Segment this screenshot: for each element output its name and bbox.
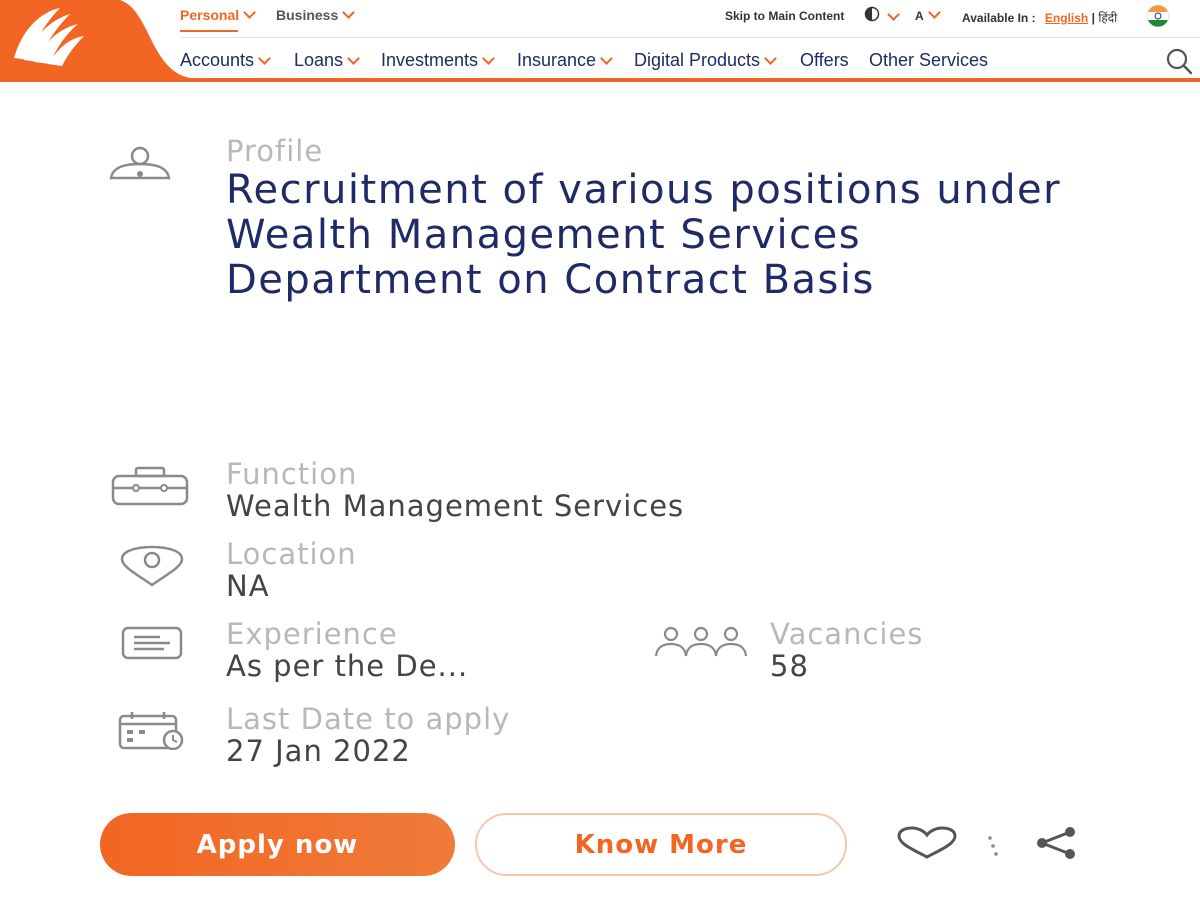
chevron-down-icon <box>243 6 257 19</box>
vacancies-label: Vacancies <box>770 617 924 651</box>
more-options-icon[interactable] <box>984 834 1002 858</box>
language-english-link[interactable]: English <box>1045 11 1088 25</box>
tab-business-label: Business <box>276 7 339 23</box>
briefcase-icon <box>111 466 189 506</box>
font-size-label: A <box>915 9 924 23</box>
chevron-down-icon <box>887 8 901 21</box>
people-group-icon <box>654 626 748 657</box>
header-divider <box>180 37 1200 38</box>
apply-now-button[interactable]: Apply now <box>100 813 455 876</box>
skip-to-main-content-link[interactable]: Skip to Main Content <box>725 9 844 23</box>
vacancies-value: 58 <box>770 649 809 683</box>
nav-item-label: Loans <box>294 50 344 70</box>
nav-item-label: Offers <box>800 50 849 70</box>
contrast-toggle[interactable] <box>864 6 901 25</box>
last-date-label: Last Date to apply <box>226 702 511 736</box>
location-pin-icon <box>120 545 184 587</box>
chevron-down-icon <box>600 52 613 65</box>
nav-item-accounts[interactable]: Accounts <box>180 50 271 71</box>
nav-item-label: Other Services <box>869 50 989 70</box>
job-title: Recruitment of various positions under W… <box>226 167 1062 303</box>
available-in-label: Available In : <box>962 11 1036 25</box>
nav-item-label: Investments <box>381 50 479 70</box>
function-value: Wealth Management Services <box>226 489 685 523</box>
header-accent-rule <box>0 78 1200 82</box>
top-utility-bar: Personal Business Skip to Main Content A… <box>180 0 1200 36</box>
nav-item-digital-products[interactable]: Digital Products <box>634 50 777 71</box>
last-date-value: 27 Jan 2022 <box>226 734 411 768</box>
nav-item-label: Accounts <box>180 50 255 70</box>
bank-logo[interactable] <box>0 0 190 82</box>
nav-item-other-services[interactable]: Other Services <box>869 50 988 71</box>
heart-icon[interactable] <box>896 826 958 860</box>
india-flag-icon[interactable] <box>1146 4 1170 33</box>
chevron-down-icon <box>482 52 495 65</box>
nav-item-loans[interactable]: Loans <box>294 50 360 71</box>
language-switcher: Available In : English | हिंदी <box>962 9 1117 26</box>
location-value: NA <box>226 569 270 603</box>
chevron-down-icon <box>927 6 941 19</box>
font-size-toggle[interactable]: A <box>915 6 941 23</box>
contrast-icon <box>864 6 880 22</box>
chevron-down-icon <box>347 52 360 65</box>
language-separator: | <box>1091 11 1095 25</box>
chevron-down-icon <box>342 6 356 19</box>
nav-item-offers[interactable]: Offers <box>800 50 849 71</box>
tab-personal[interactable]: Personal <box>180 6 257 32</box>
profile-label: Profile <box>226 134 324 168</box>
nav-item-insurance[interactable]: Insurance <box>517 50 613 71</box>
profile-icon <box>109 146 171 180</box>
experience-value: As per the De... <box>226 649 469 683</box>
site-header: Personal Business Skip to Main Content A… <box>0 0 1200 82</box>
language-hindi-link[interactable]: हिंदी <box>1098 11 1117 25</box>
search-icon[interactable] <box>1165 47 1193 75</box>
tab-business[interactable]: Business <box>276 6 356 23</box>
nav-item-label: Insurance <box>517 50 597 70</box>
chevron-down-icon <box>258 52 271 65</box>
calendar-clock-icon <box>118 712 184 750</box>
tab-personal-label: Personal <box>180 7 240 23</box>
chevron-down-icon <box>764 52 777 65</box>
know-more-button[interactable]: Know More <box>475 813 847 876</box>
function-label: Function <box>226 457 358 491</box>
nav-item-label: Digital Products <box>634 50 761 70</box>
nav-item-investments[interactable]: Investments <box>381 50 495 71</box>
location-label: Location <box>226 537 357 571</box>
experience-label: Experience <box>226 617 398 651</box>
document-icon <box>121 626 183 660</box>
share-icon[interactable] <box>1032 826 1080 860</box>
